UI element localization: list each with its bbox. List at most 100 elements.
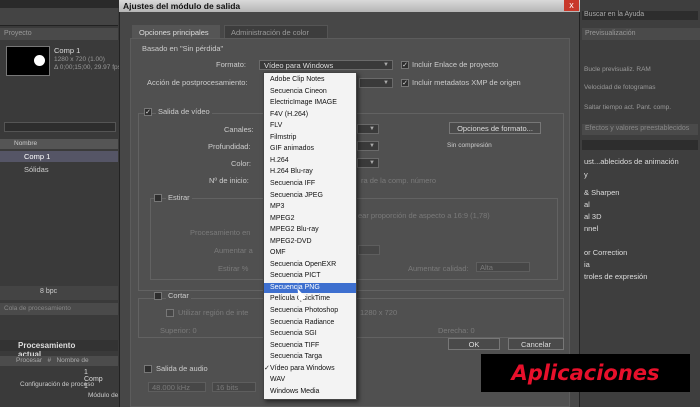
format-select[interactable]: Vídeo para Windows ▼	[259, 60, 393, 70]
format-option[interactable]: Secuencia JPEG	[264, 191, 356, 201]
format-option[interactable]: Adobe Clip Notes	[264, 75, 356, 85]
aspect-lock-label: ear proporción de aspecto a 16:9 (1,78)	[358, 211, 490, 220]
include-xmp-checkbox[interactable]: ✓	[401, 79, 409, 87]
roi-checkbox[interactable]	[166, 309, 174, 317]
list-header-name[interactable]: Nombre	[0, 139, 118, 149]
effects-tab[interactable]: Efectos y valores preestablecidos	[582, 124, 698, 135]
chevron-down-icon: ▼	[369, 160, 375, 166]
format-option[interactable]: OMF	[264, 248, 356, 258]
format-option[interactable]: Secuencia TIFF	[264, 341, 356, 351]
channels-select[interactable]: ▼	[357, 124, 379, 134]
preview-line-2: Velocidad de fotogramas	[584, 84, 656, 91]
format-option[interactable]: H.264 Blu-ray	[264, 167, 356, 177]
right-panel	[580, 0, 700, 407]
effect-item[interactable]: ia	[584, 260, 590, 269]
effect-item[interactable]: al	[584, 200, 590, 209]
bit-depth-select[interactable]: 16 bits	[212, 382, 256, 392]
format-option[interactable]: Película QuickTime	[264, 294, 356, 304]
format-option[interactable]: Secuencia Photoshop	[264, 306, 356, 316]
start-number-label: Nº de inicio:	[209, 176, 249, 185]
effect-item[interactable]: y	[584, 170, 588, 179]
video-output-label: Salida de vídeo	[156, 107, 212, 116]
stretch-label: Estirar	[166, 193, 192, 202]
project-tab[interactable]: Proyecto	[0, 28, 118, 40]
color-label: Color:	[231, 159, 252, 168]
crop-label: Cortar	[166, 291, 191, 300]
format-option-label: Vídeo para Windows	[270, 364, 335, 372]
comp-name: Comp 1	[54, 46, 81, 55]
quality-label: Aumentar calidad:	[408, 264, 469, 273]
format-options-button[interactable]: Opciones de formato...	[449, 122, 541, 134]
render-header: Procesar # Nombre de	[0, 356, 118, 366]
format-option[interactable]: Secuencia Targa	[264, 352, 356, 362]
crop-checkbox[interactable]	[154, 292, 162, 300]
format-option[interactable]: H.264	[264, 156, 356, 166]
format-option[interactable]: Secuencia PICT	[264, 271, 356, 281]
effects-search-input[interactable]	[582, 140, 698, 150]
chevron-down-icon: ▼	[383, 80, 389, 86]
format-option[interactable]: Filmstrip	[264, 133, 356, 143]
help-search-input[interactable]: Buscar en la Ayuda	[582, 11, 698, 20]
tab-color-management[interactable]: Administración de color	[224, 25, 328, 38]
watermark-banner: Aplicaciones	[481, 354, 690, 392]
format-dropdown-list[interactable]: Adobe Clip Notes Secuencia Cineon Electric…	[263, 72, 357, 400]
format-option[interactable]: Secuencia SGI	[264, 329, 356, 339]
format-option[interactable]: MPEG2 Blu-ray	[264, 225, 356, 235]
depth-select[interactable]: ▼	[357, 141, 379, 151]
sample-rate-select[interactable]: 48.000 kHz	[148, 382, 206, 392]
format-option[interactable]: ✓ Vídeo para Windows	[264, 364, 356, 374]
format-option[interactable]: Secuencia Radiance	[264, 318, 356, 328]
ok-button[interactable]: OK	[448, 338, 500, 350]
compression-text: Sin compresión	[447, 142, 492, 149]
color-select[interactable]: ▼	[357, 158, 379, 168]
format-option[interactable]: Secuencia OpenEXR	[264, 260, 356, 270]
postprocess-label: Acción de postprocesamiento:	[147, 78, 248, 87]
format-option[interactable]: F4V (H.264)	[264, 110, 356, 120]
audio-output-label: Salida de audio	[156, 364, 208, 373]
depth-label: Profundidad:	[208, 142, 251, 151]
toolbar[interactable]	[0, 8, 118, 26]
stretch-checkbox[interactable]	[154, 194, 162, 202]
effect-item[interactable]: nnel	[584, 224, 598, 233]
bpc-button[interactable]: 8 bpc	[40, 288, 57, 295]
crop-top-label: Superior: 0	[160, 326, 197, 335]
include-link-checkbox[interactable]: ✓	[401, 61, 409, 69]
render-settings-link[interactable]: Configuración de proceso	[20, 381, 94, 388]
effect-item[interactable]: ust...ablecidos de animación	[584, 157, 679, 166]
postprocess-select[interactable]: ▼	[359, 78, 393, 88]
audio-output-checkbox[interactable]	[144, 365, 152, 373]
format-option[interactable]: ElectricImage IMAGE	[264, 98, 356, 108]
include-xmp-label: Incluir metadatos XMP de origen	[412, 78, 521, 87]
dialog-title: Ajustes del módulo de salida	[119, 0, 580, 12]
effect-item[interactable]: & Sharpen	[584, 188, 619, 197]
preview-line-1: Bucle previsualiz. RAM	[584, 66, 651, 73]
preview-tab[interactable]: Previsualización	[582, 28, 700, 40]
list-item-solids[interactable]: Sólidas	[0, 164, 118, 175]
format-option[interactable]: Secuencia PNG	[264, 282, 356, 294]
effect-item[interactable]: troles de expresión	[584, 272, 647, 281]
tab-main-options[interactable]: Opciones principales	[132, 25, 220, 38]
render-queue-tab[interactable]: Cola de procesamiento	[0, 303, 118, 315]
list-item-comp[interactable]: Comp 1	[0, 151, 118, 162]
format-option[interactable]: GIF animados	[264, 144, 356, 154]
close-button[interactable]: x	[564, 0, 579, 11]
based-on-label: Basado en "Sin pérdida"	[142, 44, 224, 53]
effect-item[interactable]: al 3D	[584, 212, 602, 221]
project-search-input[interactable]	[4, 122, 116, 132]
format-option[interactable]: Secuencia IFF	[264, 179, 356, 189]
video-output-checkbox[interactable]: ✓	[144, 108, 152, 116]
format-option[interactable]: Secuencia Cineon	[264, 87, 356, 97]
cancel-button[interactable]: Cancelar	[508, 338, 564, 350]
effect-item[interactable]: or Correction	[584, 248, 627, 257]
format-option[interactable]: FLV	[264, 121, 356, 131]
chevron-down-icon: ▼	[369, 143, 375, 149]
format-option[interactable]: WAV	[264, 375, 356, 385]
quality-select[interactable]: Alta	[476, 262, 530, 272]
format-option[interactable]: MPEG2-DVD	[264, 237, 356, 247]
stretch-to-select[interactable]	[358, 245, 380, 255]
roi-label: Utilizar región de inte	[178, 308, 249, 317]
format-option[interactable]: Windows Media	[264, 387, 356, 397]
preview-line-3: Saltar tiempo act. Pant. comp.	[584, 104, 672, 111]
format-option[interactable]: MP3	[264, 202, 356, 212]
format-option[interactable]: MPEG2	[264, 214, 356, 224]
